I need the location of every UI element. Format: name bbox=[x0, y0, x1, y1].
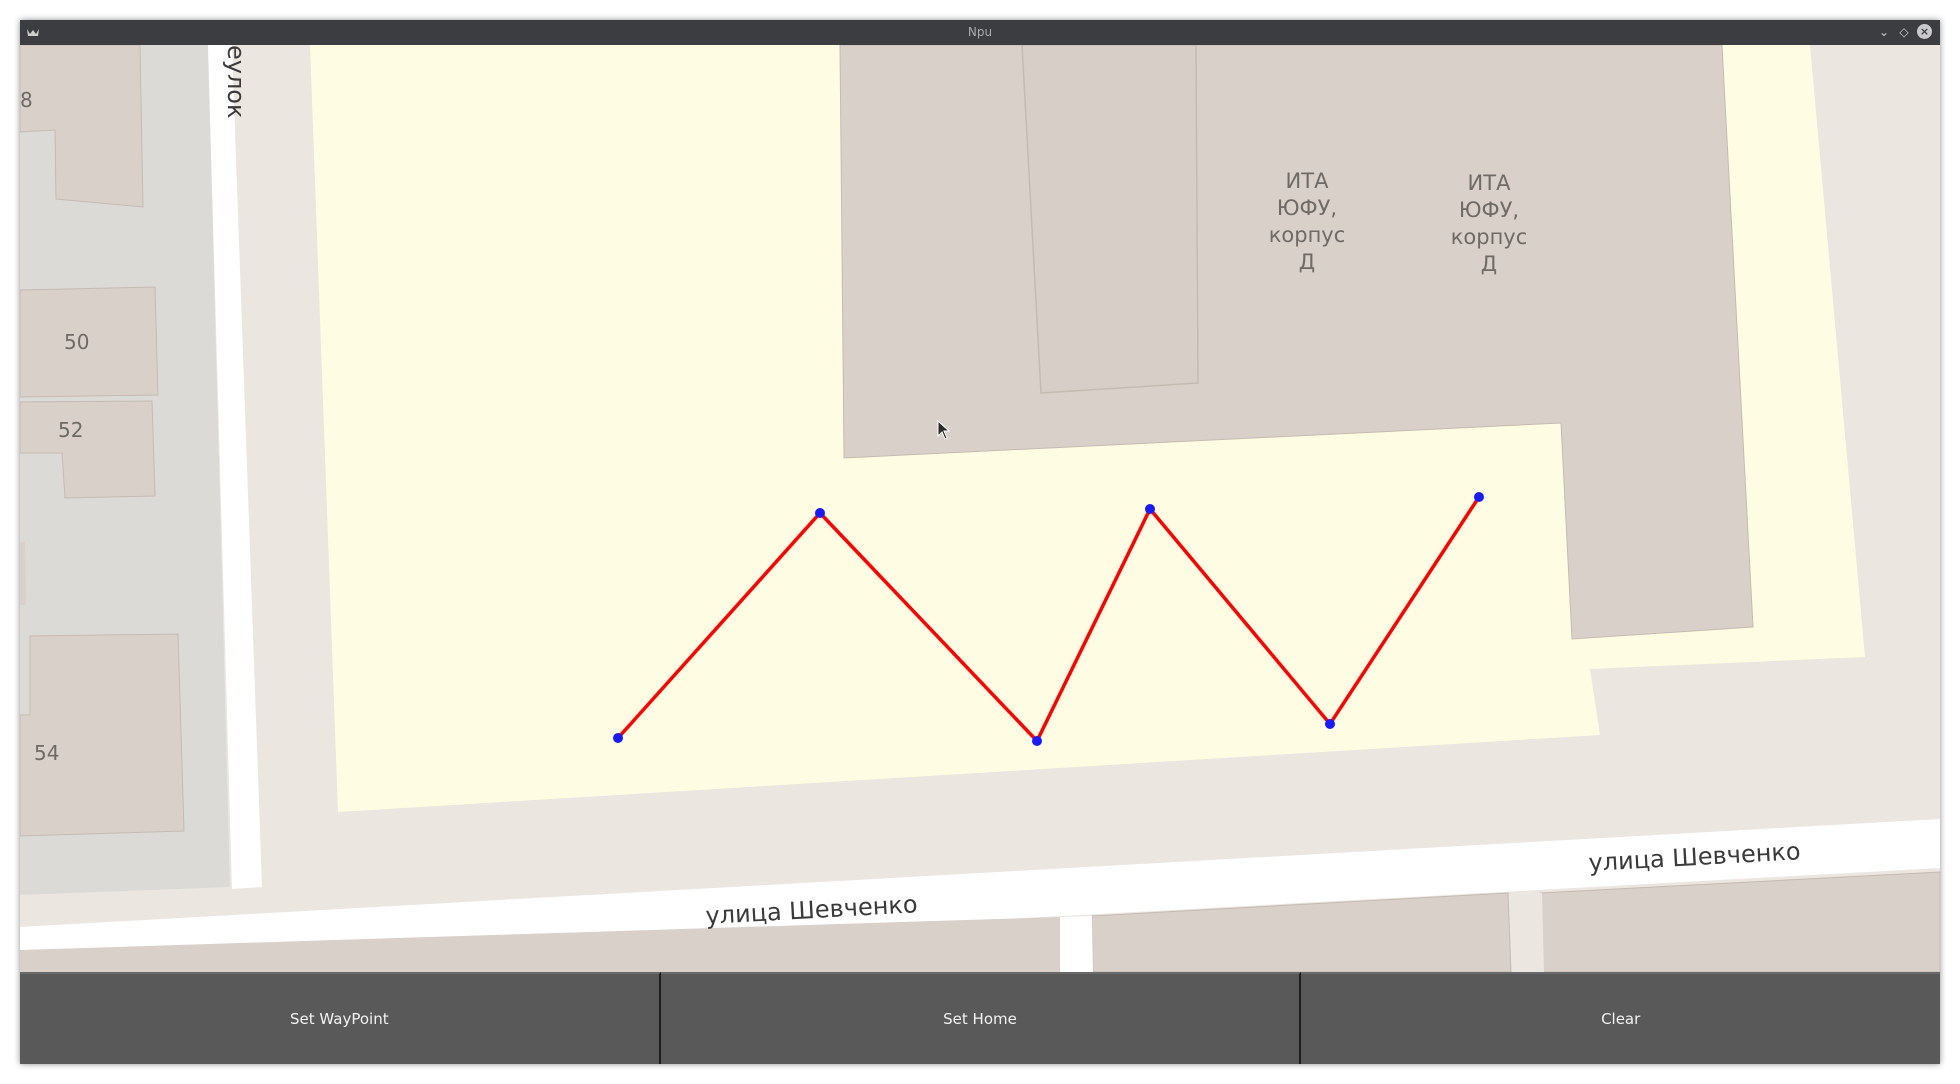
diamond-icon[interactable]: ◇ bbox=[1896, 24, 1912, 40]
building bbox=[20, 542, 26, 605]
waypoint-marker[interactable] bbox=[1145, 504, 1155, 514]
chevron-down-icon[interactable]: ⌄ bbox=[1876, 24, 1892, 40]
house-number: 8 bbox=[20, 88, 33, 112]
waypoint-marker[interactable] bbox=[1032, 736, 1042, 746]
set-home-button[interactable]: Set Home bbox=[660, 972, 1302, 1064]
path bbox=[1528, 893, 1544, 972]
building-label-line: ЮФУ, bbox=[1277, 196, 1337, 220]
waypoint-marker[interactable] bbox=[815, 508, 825, 518]
campus-building-inner bbox=[1021, 45, 1199, 394]
building-label-line: Д bbox=[1299, 250, 1315, 274]
window-title: Npu bbox=[967, 25, 993, 39]
building-label-line: Д bbox=[1481, 252, 1497, 276]
app-window: Npu ⌄ ◇ × 8 50 52 54 ИТА ЮФУ, корпус Д И… bbox=[20, 20, 1941, 1064]
building-label-line: корпус bbox=[1451, 225, 1528, 249]
house-number: 50 bbox=[64, 330, 89, 354]
mouse-cursor-icon bbox=[937, 420, 951, 440]
close-icon[interactable]: × bbox=[1917, 24, 1932, 39]
building bbox=[20, 633, 185, 837]
house-number: 52 bbox=[58, 418, 83, 442]
building-label-line: ЮФУ, bbox=[1459, 198, 1519, 222]
house-number: 54 bbox=[34, 741, 59, 765]
waypoint-marker[interactable] bbox=[1325, 719, 1335, 729]
waypoint-marker[interactable] bbox=[1474, 492, 1484, 502]
building-label-line: ИТА bbox=[1286, 169, 1330, 193]
set-waypoint-button[interactable]: Set WayPoint bbox=[20, 972, 661, 1064]
path bbox=[1060, 916, 1093, 972]
building-label-line: корпус bbox=[1269, 223, 1346, 247]
clear-button[interactable]: Clear bbox=[1301, 972, 1941, 1064]
street-label: еулок bbox=[222, 45, 250, 119]
building-label-line: ИТА bbox=[1468, 171, 1512, 195]
map-view[interactable]: 8 50 52 54 ИТА ЮФУ, корпус Д ИТА ЮФУ, ко… bbox=[20, 45, 1940, 972]
waypoint-marker[interactable] bbox=[613, 733, 623, 743]
button-bar: Set WayPoint Set Home Clear bbox=[20, 972, 1941, 1064]
title-bar[interactable]: Npu ⌄ ◇ × bbox=[20, 20, 1940, 45]
